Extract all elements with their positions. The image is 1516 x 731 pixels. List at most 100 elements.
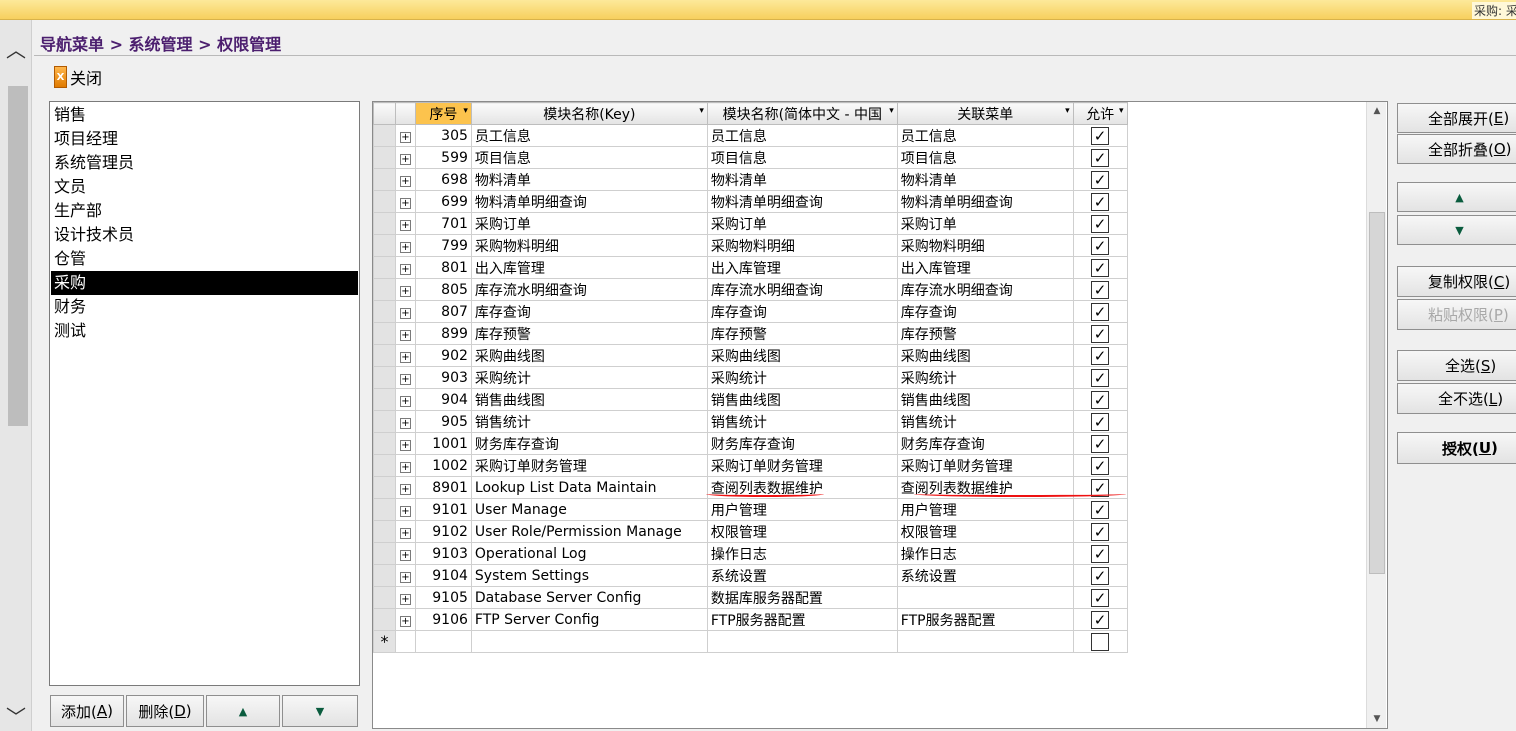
row-expander[interactable]: +	[394, 256, 416, 279]
row-selector[interactable]	[373, 542, 396, 565]
allow-cell[interactable]: ✓	[1072, 146, 1128, 169]
row-expander[interactable]: +	[394, 190, 416, 213]
allow-checkbox[interactable]: ✓	[1091, 368, 1110, 387]
role-item[interactable]: 测试	[51, 319, 358, 343]
role-item[interactable]: 生产部	[51, 199, 358, 223]
table-row[interactable]: +9101 User Manage 用户管理 用户管理 ✓	[373, 498, 1387, 521]
key-cell[interactable]: Database Server Config	[470, 586, 708, 609]
row-expander[interactable]: +	[394, 366, 416, 389]
new-allow-cell[interactable]	[1072, 630, 1128, 653]
row-selector[interactable]	[373, 366, 396, 389]
allow-cell[interactable]: ✓	[1072, 542, 1128, 565]
authorize-button[interactable]: 授权(U)	[1397, 432, 1516, 464]
row-selector[interactable]	[373, 388, 396, 411]
menu-cell[interactable]: 项目信息	[896, 146, 1074, 169]
row-selector[interactable]	[373, 124, 396, 147]
allow-cell[interactable]: ✓	[1072, 212, 1128, 235]
row-selector[interactable]	[373, 498, 396, 521]
allow-checkbox[interactable]: ✓	[1091, 170, 1110, 189]
cn-cell[interactable]: 采购统计	[706, 366, 898, 389]
key-cell[interactable]: User Role/Permission Manage	[470, 520, 708, 543]
plus-icon[interactable]: +	[399, 593, 411, 605]
seq-cell[interactable]: 9105	[414, 586, 472, 609]
key-cell[interactable]: 库存预警	[470, 322, 708, 345]
key-cell[interactable]: 采购曲线图	[470, 344, 708, 367]
cn-cell[interactable]: FTP服务器配置	[706, 608, 898, 631]
dropdown-icon[interactable]: ▾	[699, 106, 704, 116]
key-cell[interactable]: User Manage	[470, 498, 708, 521]
table-row[interactable]: +807 库存查询 库存查询 库存查询 ✓	[373, 300, 1387, 323]
move-up-button[interactable]: ▲	[206, 695, 280, 727]
select-none-button[interactable]: 全不选(L)	[1397, 383, 1516, 414]
allow-cell[interactable]: ✓	[1072, 234, 1128, 257]
row-expander[interactable]: +	[394, 410, 416, 433]
row-expander[interactable]: +	[394, 146, 416, 169]
allow-checkbox[interactable]: ✓	[1091, 236, 1110, 255]
allow-cell[interactable]: ✓	[1072, 564, 1128, 587]
menu-cell[interactable]: 操作日志	[896, 542, 1074, 565]
scroll-down-icon[interactable]: ▼	[1367, 710, 1387, 728]
plus-icon[interactable]: +	[399, 175, 411, 187]
role-item[interactable]: 财务	[51, 295, 358, 319]
row-selector[interactable]	[373, 256, 396, 279]
chevron-up-icon[interactable]: ︿	[0, 32, 32, 64]
allow-checkbox[interactable]: ✓	[1091, 324, 1110, 343]
row-expander[interactable]: +	[394, 212, 416, 235]
plus-icon[interactable]: +	[399, 527, 411, 539]
table-row[interactable]: +305 员工信息 员工信息 员工信息 ✓	[373, 124, 1387, 147]
allow-cell[interactable]: ✓	[1072, 322, 1128, 345]
role-item[interactable]: 项目经理	[51, 127, 358, 151]
new-row-marker[interactable]: *	[373, 630, 396, 653]
allow-cell[interactable]: ✓	[1072, 608, 1128, 631]
seq-cell[interactable]: 899	[414, 322, 472, 345]
row-selector[interactable]	[373, 278, 396, 301]
key-cell[interactable]: Lookup List Data Maintain	[470, 476, 708, 499]
plus-icon[interactable]: +	[399, 373, 411, 385]
seq-cell[interactable]: 805	[414, 278, 472, 301]
plus-icon[interactable]: +	[399, 263, 411, 275]
key-cell[interactable]: System Settings	[470, 564, 708, 587]
plus-icon[interactable]: +	[399, 461, 411, 473]
plus-icon[interactable]: +	[399, 615, 411, 627]
row-selector[interactable]	[373, 410, 396, 433]
menu-cell[interactable]: 库存预警	[896, 322, 1074, 345]
role-item[interactable]: 文员	[51, 175, 358, 199]
allow-cell[interactable]: ✓	[1072, 410, 1128, 433]
allow-checkbox[interactable]: ✓	[1091, 566, 1110, 585]
key-cell[interactable]: Operational Log	[470, 542, 708, 565]
seq-cell[interactable]: 904	[414, 388, 472, 411]
plus-icon[interactable]: +	[399, 439, 411, 451]
table-row[interactable]: +9102 User Role/Permission Manage 权限管理 权限管理…	[373, 520, 1387, 543]
table-row[interactable]: +899 库存预警 库存预警 库存预警 ✓	[373, 322, 1387, 345]
allow-checkbox[interactable]: ✓	[1091, 500, 1110, 519]
header-key[interactable]: 模块名称(Key) ▾	[470, 102, 708, 125]
menu-cell[interactable]	[896, 586, 1074, 609]
row-expander[interactable]: +	[394, 124, 416, 147]
seq-cell[interactable]: 9102	[414, 520, 472, 543]
seq-cell[interactable]: 905	[414, 410, 472, 433]
menu-cell[interactable]: 采购统计	[896, 366, 1074, 389]
allow-cell[interactable]: ✓	[1072, 520, 1128, 543]
allow-checkbox[interactable]: ✓	[1091, 434, 1110, 453]
select-all-button[interactable]: 全选(S)	[1397, 350, 1516, 381]
row-expander[interactable]: +	[394, 234, 416, 257]
key-cell[interactable]: FTP Server Config	[470, 608, 708, 631]
new-seq-cell[interactable]	[414, 630, 472, 653]
table-row[interactable]: +9104 System Settings 系统设置 系统设置 ✓	[373, 564, 1387, 587]
key-cell[interactable]: 销售统计	[470, 410, 708, 433]
row-up-button[interactable]: ▲	[1397, 182, 1516, 212]
allow-cell[interactable]: ✓	[1072, 432, 1128, 455]
allow-checkbox[interactable]: ✓	[1091, 280, 1110, 299]
plus-icon[interactable]: +	[399, 197, 411, 209]
cn-cell[interactable]: 库存预警	[706, 322, 898, 345]
new-key-cell[interactable]	[470, 630, 708, 653]
menu-cell[interactable]: FTP服务器配置	[896, 608, 1074, 631]
allow-checkbox[interactable]	[1091, 632, 1110, 651]
menu-cell[interactable]: 物料清单	[896, 168, 1074, 191]
table-row[interactable]: +905 销售统计 销售统计 销售统计 ✓	[373, 410, 1387, 433]
table-row[interactable]: +805 库存流水明细查询 库存流水明细查询 库存流水明细查询 ✓	[373, 278, 1387, 301]
key-cell[interactable]: 采购物料明细	[470, 234, 708, 257]
key-cell[interactable]: 销售曲线图	[470, 388, 708, 411]
allow-checkbox[interactable]: ✓	[1091, 148, 1110, 167]
allow-cell[interactable]: ✓	[1072, 278, 1128, 301]
